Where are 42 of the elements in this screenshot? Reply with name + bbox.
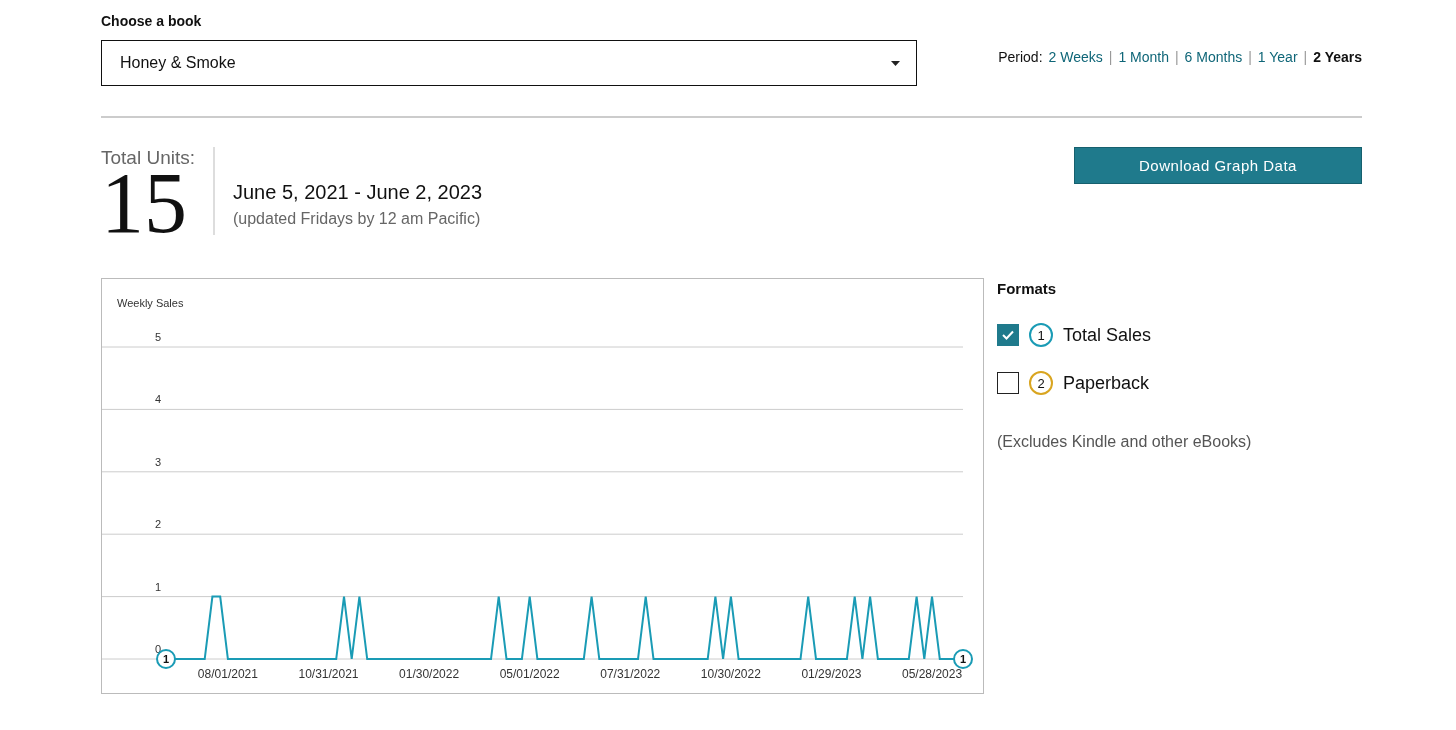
y-tick-label: 3 <box>155 455 162 468</box>
separator: | <box>1174 49 1179 65</box>
total-units-value: 15 <box>101 171 187 235</box>
check-icon <box>1002 330 1014 340</box>
period-link[interactable]: 1 Month <box>1118 49 1169 65</box>
checkbox[interactable] <box>997 372 1019 394</box>
period-link[interactable]: 6 Months <box>1184 49 1243 65</box>
formats-note: (Excludes Kindle and other eBooks) <box>997 433 1252 451</box>
y-tick-label: 2 <box>155 518 162 531</box>
x-tick-label: 10/31/2021 <box>298 667 359 681</box>
separator: | <box>1108 49 1113 65</box>
x-tick-label: 01/30/2022 <box>399 667 460 681</box>
x-tick-label: 07/31/2022 <box>600 667 661 681</box>
separator: | <box>1303 49 1308 65</box>
total-units-label: Total Units: <box>101 147 195 169</box>
separator: | <box>1248 49 1252 65</box>
checkbox[interactable] <box>997 324 1019 346</box>
book-dropdown[interactable]: Honey & Smoke <box>101 40 917 86</box>
y-axis-title: Weekly Sales <box>117 297 184 309</box>
x-tick-label: 08/01/2021 <box>197 667 258 681</box>
x-tick-label: 10/30/2022 <box>700 667 761 681</box>
period-link[interactable]: 2 Years <box>1313 49 1362 65</box>
period-label: Period: <box>998 49 1043 65</box>
series-number-badge: 2 <box>1029 371 1053 395</box>
y-tick-label: 5 <box>155 331 162 343</box>
download-button[interactable]: Download Graph Data <box>1074 147 1362 184</box>
x-tick-label: 05/28/2023 <box>902 667 963 681</box>
y-tick-label: 4 <box>155 393 162 406</box>
format-label: Total Sales <box>1063 324 1152 346</box>
series-number-badge: 1 <box>1029 323 1053 347</box>
caret-icon <box>891 60 900 66</box>
x-tick-label: 05/01/2022 <box>499 667 560 681</box>
period-link[interactable]: 1 Year <box>1257 49 1298 65</box>
book-picker-label: Choose a book <box>101 13 202 29</box>
line-end-marker: 1 <box>953 649 973 669</box>
period-link[interactable]: 2 Weeks <box>1048 49 1103 65</box>
format-label: Paperback <box>1063 372 1150 394</box>
y-tick-label: 1 <box>155 580 162 593</box>
formats-title: Formats <box>997 280 1058 297</box>
date-range: June 5, 2021 - June 2, 2023 <box>233 181 483 204</box>
x-tick-label: 01/29/2023 <box>801 667 862 681</box>
update-note: (updated Fridays by 12 am Pacific) <box>233 210 482 228</box>
